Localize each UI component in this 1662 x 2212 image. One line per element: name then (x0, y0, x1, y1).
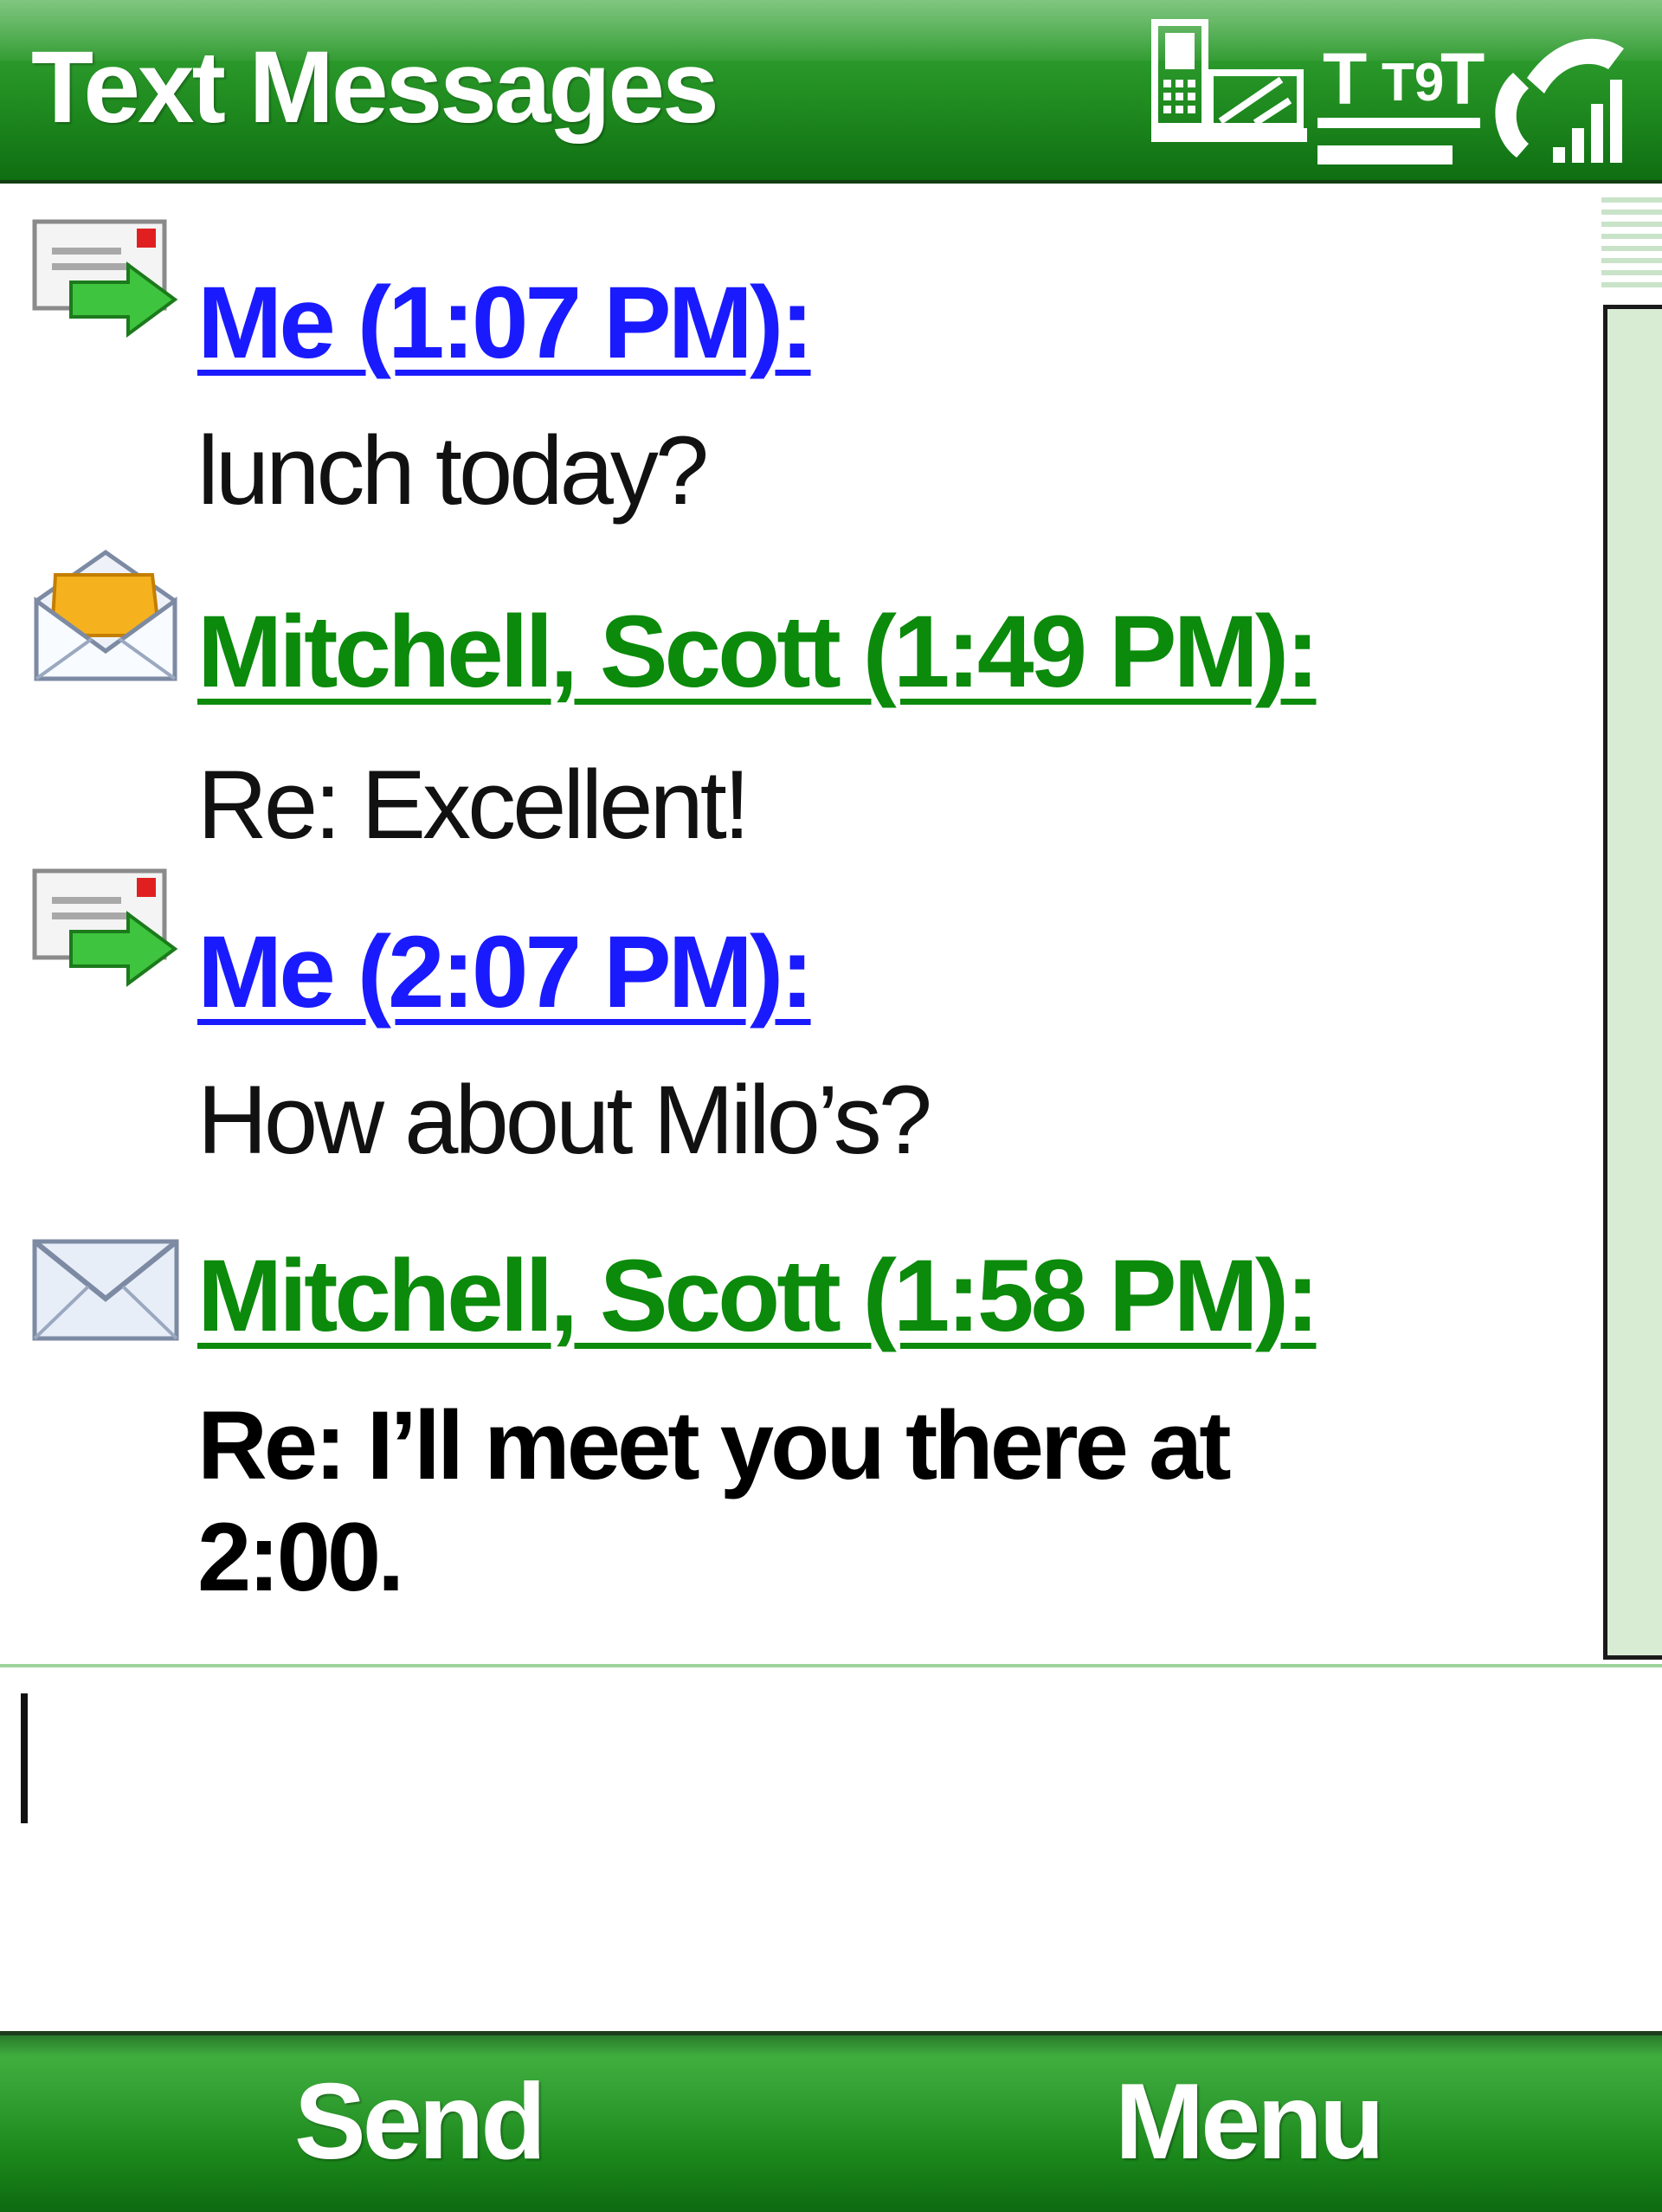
device-keyboard-icon[interactable] (1151, 17, 1316, 156)
title-bar: Text Messages T T9 T (0, 0, 1662, 184)
svg-text:T: T (1323, 38, 1367, 119)
compose-input[interactable] (0, 1667, 1662, 2031)
message-body: Re: Excellent! (197, 751, 750, 859)
message-sender-link[interactable]: Mitchell, Scott (1:58 PM): (197, 1245, 1319, 1347)
page-title: Text Messages (31, 30, 719, 145)
phone-signal-icon[interactable] (1478, 17, 1634, 173)
message-sender-link[interactable]: Me (1:07 PM): (197, 272, 815, 374)
input-mode-t9-icon[interactable]: T T9 T (1317, 24, 1491, 171)
send-softkey[interactable]: Send (294, 2068, 546, 2176)
svg-text:T9: T9 (1382, 53, 1444, 113)
scroll-indicator (1601, 197, 1662, 294)
message-body: Re: I’ll meet you there at 2:00. (197, 1391, 1232, 1611)
status-icons: T T9 T (1151, 17, 1636, 173)
message-body: lunch today? (197, 416, 709, 525)
sent-message-icon (32, 219, 178, 338)
scrollbar[interactable] (1603, 305, 1662, 1660)
closed-envelope-icon (32, 1239, 179, 1341)
message-thread[interactable]: Me (1:07 PM): lunch today? Mitchell, Sco… (0, 184, 1584, 1664)
text-cursor (21, 1693, 28, 1823)
softkey-bar: Send Menu (0, 2031, 1662, 2212)
opened-envelope-icon (34, 549, 177, 681)
sent-message-icon (32, 868, 178, 987)
message-sender-link[interactable]: Mitchell, Scott (1:49 PM): (197, 601, 1319, 703)
message-sender-link[interactable]: Me (2:07 PM): (197, 921, 815, 1023)
message-body: How about Milo’s? (197, 1066, 932, 1174)
menu-softkey[interactable]: Menu (1115, 2068, 1385, 2176)
